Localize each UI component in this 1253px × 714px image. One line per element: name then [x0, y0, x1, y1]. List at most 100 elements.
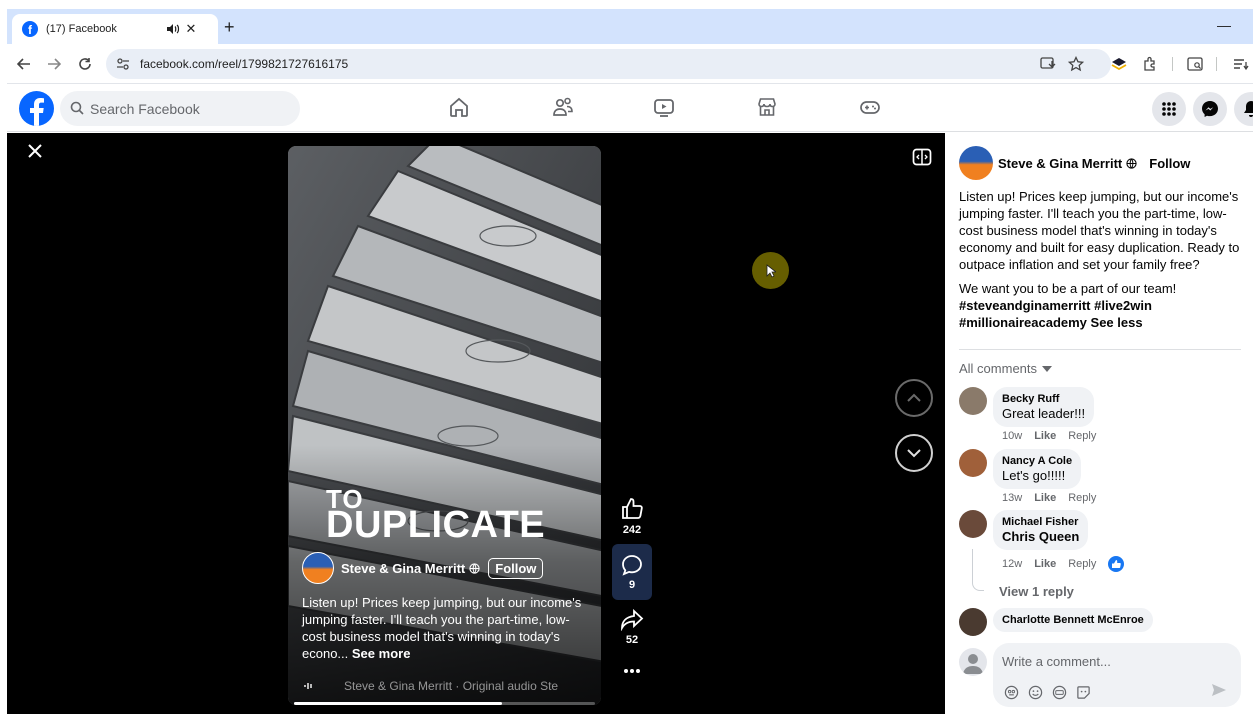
post-invite-text: We want you to be a part of our team! — [959, 281, 1177, 296]
facebook-logo-icon[interactable] — [19, 91, 54, 126]
chevron-up-icon — [907, 393, 921, 402]
avatar-sticker-icon[interactable] — [1003, 684, 1019, 700]
sticker-icon[interactable] — [1075, 684, 1091, 700]
speaker-icon[interactable] — [164, 23, 182, 35]
panel-follow-button[interactable]: Follow — [1149, 156, 1190, 171]
like-reaction-icon[interactable] — [1108, 556, 1125, 572]
caret-down-icon — [1042, 365, 1053, 372]
notifications-button[interactable] — [1234, 92, 1253, 126]
comment-like-button[interactable]: Like — [1034, 492, 1056, 504]
audio-wave-icon — [304, 683, 312, 689]
url-text: facebook.com/reel/1799821727616175 — [140, 57, 349, 71]
reel-audio-label: Steve & Gina Merritt · Original audio St… — [344, 679, 559, 693]
emoji-icon[interactable] — [1027, 684, 1043, 700]
comment-mention[interactable]: Chris Queen — [1002, 529, 1079, 544]
search-box[interactable] — [60, 91, 300, 126]
browser-tab[interactable]: f (17) Facebook ✕ — [12, 14, 218, 44]
more-dots-icon — [624, 669, 640, 673]
view-replies-link[interactable]: View 1 reply — [999, 584, 1074, 599]
mouse-cursor-icon — [766, 264, 778, 283]
minimize-button[interactable]: — — [1217, 17, 1231, 33]
reel-follow-button[interactable]: Follow — [488, 557, 544, 579]
reel-audio[interactable]: Steve & Gina Merritt · Original audio St… — [304, 679, 558, 693]
comment-text: Let's go!!!!! — [1002, 468, 1066, 483]
tab-search-icon[interactable] — [1232, 55, 1250, 73]
comment-sort-dropdown[interactable]: All comments — [959, 361, 1053, 376]
comment-bubble: Nancy A Cole Let's go!!!!! — [993, 449, 1082, 489]
panel-author-name[interactable]: Steve & Gina Merritt — [998, 156, 1122, 171]
reel-caption: Listen up! Prices keep jumping, but our … — [302, 594, 587, 662]
comment-meta: 12w Like Reply — [1002, 556, 1136, 572]
messenger-button[interactable] — [1193, 92, 1227, 126]
comment-author[interactable]: Becky Ruff — [1002, 393, 1085, 405]
avatar[interactable] — [959, 510, 987, 538]
share-count: 52 — [625, 634, 639, 646]
comment-button[interactable]: 9 — [612, 544, 652, 600]
tab-close-icon[interactable]: ✕ — [182, 21, 200, 37]
comment-reply-button[interactable]: Reply — [1068, 558, 1096, 570]
comment-input-box[interactable] — [993, 643, 1241, 707]
reel-author-name[interactable]: Steve & Gina Merritt — [341, 561, 465, 576]
gaming-icon[interactable] — [858, 95, 882, 119]
marketplace-icon[interactable] — [755, 95, 779, 119]
comment-author[interactable]: Nancy A Cole — [1002, 455, 1072, 467]
toolbar-separator — [1216, 57, 1217, 71]
site-settings-icon[interactable] — [116, 57, 130, 76]
like-count: 242 — [622, 524, 642, 536]
close-icon[interactable] — [25, 141, 45, 161]
reel-progress-fill — [294, 702, 502, 705]
video-icon[interactable] — [652, 95, 676, 119]
avatar[interactable] — [959, 387, 987, 415]
send-icon[interactable] — [1211, 683, 1227, 702]
avatar[interactable] — [302, 552, 334, 584]
toggle-panel-icon[interactable] — [912, 147, 932, 167]
avatar[interactable] — [959, 146, 993, 180]
browser-toolbar: facebook.com/reel/1799821727616175 — [0, 44, 1253, 84]
comment-bubble: Becky Ruff Great leader!!! — [993, 387, 1095, 427]
search-icon — [70, 101, 84, 120]
comment-like-button[interactable]: Like — [1034, 430, 1056, 442]
bell-icon — [1244, 101, 1253, 117]
share-button[interactable]: 52 — [612, 609, 652, 646]
reload-icon[interactable] — [75, 54, 95, 74]
menu-grid-button[interactable] — [1152, 92, 1186, 126]
chevron-down-icon — [907, 449, 921, 458]
window-edge — [0, 0, 7, 714]
install-app-icon[interactable] — [1040, 56, 1056, 72]
avatar[interactable] — [959, 648, 987, 676]
search-input[interactable] — [90, 91, 290, 126]
comment-time: 10w — [1002, 430, 1023, 442]
extensions-puzzle-icon[interactable] — [1141, 55, 1159, 73]
comment-author[interactable]: Charlotte Bennett McEnroe — [1002, 614, 1144, 626]
comment-meta: 10w Like Reply — [1002, 430, 1108, 442]
gif-icon[interactable] — [1051, 684, 1067, 700]
see-more-link[interactable]: See more — [352, 646, 411, 661]
comment-count: 9 — [628, 578, 636, 591]
like-button[interactable]: 242 — [612, 497, 652, 536]
post-description-extra: We want you to be a part of our team! #s… — [959, 280, 1241, 331]
previous-reel-button[interactable] — [895, 379, 933, 417]
see-less-link[interactable]: See less — [1091, 315, 1143, 330]
comment-like-button[interactable]: Like — [1034, 558, 1056, 570]
reel-video[interactable]: TO DUPLICATE Steve & Gina Merritt Follow… — [288, 146, 601, 705]
comment-bubble: Charlotte Bennett McEnroe — [993, 608, 1153, 632]
next-reel-button[interactable] — [895, 434, 933, 472]
home-icon[interactable] — [447, 95, 471, 119]
avatar[interactable] — [959, 449, 987, 477]
reel-progress-bar[interactable] — [294, 702, 595, 705]
back-icon[interactable] — [14, 54, 34, 74]
address-bar[interactable]: facebook.com/reel/1799821727616175 — [106, 49, 1111, 79]
comment-author[interactable]: Michael Fisher — [1002, 516, 1079, 528]
extension-layers-icon[interactable] — [1110, 55, 1128, 73]
comment-reply-button[interactable]: Reply — [1068, 430, 1096, 442]
forward-icon[interactable] — [44, 54, 64, 74]
avatar[interactable] — [959, 608, 987, 636]
comment-input[interactable] — [1002, 651, 1232, 671]
more-options-button[interactable] — [612, 668, 652, 674]
comment-reply-button[interactable]: Reply — [1068, 492, 1096, 504]
new-tab-button[interactable]: + — [224, 17, 235, 38]
thumbs-up-icon — [622, 498, 643, 519]
friends-icon[interactable] — [551, 95, 575, 119]
reading-mode-icon[interactable] — [1186, 55, 1204, 73]
bookmark-star-icon[interactable] — [1068, 56, 1084, 72]
